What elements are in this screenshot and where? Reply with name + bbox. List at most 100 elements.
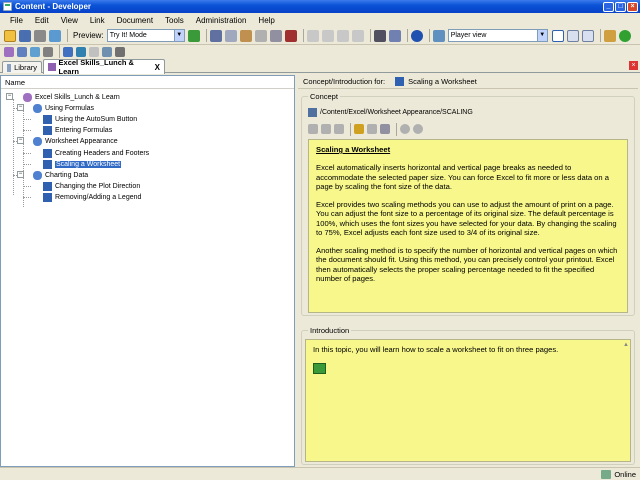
attachment-icon[interactable] [115,46,125,57]
maximize-button[interactable]: □ [615,1,626,12]
collapse-section-icon[interactable]: − [17,104,24,111]
tree-item-section[interactable]: Worksheet Appearance [33,136,118,147]
section-icon [33,137,42,146]
tab-library-label: Library [14,63,37,72]
link-icon[interactable] [89,46,99,57]
introduction-legend: Introduction [308,326,352,335]
link-icon[interactable] [308,124,318,134]
move-up-icon[interactable] [63,46,73,57]
layout-split-icon[interactable] [566,29,579,42]
tree-item-topic[interactable]: Using the AutoSum Button [43,114,137,125]
concept-paragraph: Excel provides two scaling methods you c… [316,200,617,237]
topic-icon [43,126,52,135]
find-icon[interactable] [269,29,282,42]
tree-item-label: Charting Data [45,172,89,179]
collapse-section-icon[interactable]: − [17,137,24,144]
concept-content[interactable]: Scaling a Worksheet Excel automatically … [308,139,628,313]
copy-icon[interactable] [224,29,237,42]
tree-item-module[interactable]: Excel Skills_Lunch & Learn [23,92,120,103]
menu-view[interactable]: View [55,16,84,25]
outline-pane: Name − Excel Skills_Lunch & Learn − Usin… [0,75,295,467]
tree-item-topic[interactable]: Removing/Adding a Legend [43,192,141,203]
open-folder-icon[interactable] [4,29,16,42]
tree-item-label: Changing the Plot Direction [55,183,141,190]
tree-item-topic[interactable]: Creating Headers and Footers [43,148,149,159]
layout-full-icon[interactable] [581,29,594,42]
concept-heading: Scaling a Worksheet [316,145,391,154]
tab-outline-label: Excel Skills_Lunch & Learn [58,58,134,76]
attach-icon[interactable] [334,124,344,134]
publish-icon[interactable] [49,29,61,42]
tab-outline[interactable]: Excel Skills_Lunch & Learn X [43,58,165,76]
menu-tools[interactable]: Tools [159,16,190,25]
introduction-content[interactable]: ▲ In this topic, you will learn how to s… [305,339,631,462]
concept-paragraph: Another scaling method is to specify the… [316,246,618,283]
settings-icon[interactable] [367,124,377,134]
concept-for-label: Concept/Introduction for: [303,77,386,86]
concept-legend: Concept [308,92,340,101]
collapse-section-icon[interactable]: − [17,171,24,178]
preview-icon[interactable] [380,124,390,134]
menu-document[interactable]: Document [111,16,159,25]
copy-icon[interactable] [321,124,331,134]
status-text: Online [614,469,636,479]
minimize-button[interactable]: _ [603,1,614,12]
pencil-icon[interactable] [354,124,364,134]
topic-icon [43,149,52,158]
name-column-header[interactable]: Name [1,76,294,89]
tree-item-label: Creating Headers and Footers [55,150,150,157]
menu-administration[interactable]: Administration [190,16,253,25]
tree-item-section[interactable]: Charting Data [33,170,88,181]
save-icon[interactable] [19,29,31,42]
close-tab-icon[interactable]: X [155,63,160,72]
close-pane-icon[interactable]: × [629,61,638,70]
tree-item-topic[interactable]: Entering Formulas [43,125,112,136]
paste-icon[interactable] [239,29,252,42]
binoculars-icon[interactable] [373,29,386,42]
view-mode-select[interactable]: Player view ▼ [447,29,548,42]
remove-icon[interactable] [400,124,410,134]
preview-mode-select[interactable]: Try It! Mode ▼ [106,29,185,42]
print-icon[interactable] [34,29,46,42]
menu-link[interactable]: Link [84,16,111,25]
tab-library[interactable]: Library [2,61,42,73]
checkin-icon[interactable] [603,29,616,42]
preview-mode-value: Try It! Mode [109,32,147,39]
preview-label: Preview: [73,31,104,40]
refresh-icon[interactable] [618,29,631,42]
collapse-root-icon[interactable]: − [6,93,13,100]
new-topic-icon[interactable] [30,46,40,57]
indent-icon[interactable] [336,29,349,42]
refresh-icon[interactable] [413,124,423,134]
tree-item-topic[interactable]: Changing the Plot Direction [43,181,140,192]
import-icon[interactable] [43,46,53,57]
concept-group: Concept /Content/Excel/Worksheet Appeara… [301,92,635,316]
menu-help[interactable]: Help [252,16,280,25]
topic-icon [43,193,52,202]
new-module-icon[interactable] [4,46,14,57]
frame-icon[interactable] [102,46,112,57]
outdent-icon[interactable] [351,29,364,42]
record-icon[interactable] [76,46,86,57]
close-window-button[interactable]: × [627,1,638,12]
tree-item-section[interactable]: Using Formulas [33,103,94,114]
scroll-up-icon[interactable]: ▲ [623,342,629,349]
tree-item-label: Using the AutoSum Button [55,116,138,123]
play-preview-icon[interactable] [187,29,200,42]
main-toolbar: Preview: Try It! Mode ▼ Player view ▼ [0,27,640,45]
undo-icon[interactable] [306,29,319,42]
tree-item-label: Worksheet Appearance [45,138,118,145]
new-section-icon[interactable] [17,46,27,57]
redo-icon[interactable] [321,29,334,42]
view-mode-value: Player view [450,32,487,39]
spell-check-icon[interactable] [388,29,401,42]
view-icon [432,29,445,42]
layout-outline-icon[interactable] [551,29,564,42]
help-icon[interactable] [410,29,423,42]
cut-icon[interactable] [209,29,222,42]
menu-file[interactable]: File [4,16,29,25]
tree-item-topic-selected[interactable]: Scaling a Worksheet [43,159,122,170]
menu-edit[interactable]: Edit [29,16,55,25]
properties-icon[interactable] [284,29,297,42]
delete-icon[interactable] [254,29,267,42]
